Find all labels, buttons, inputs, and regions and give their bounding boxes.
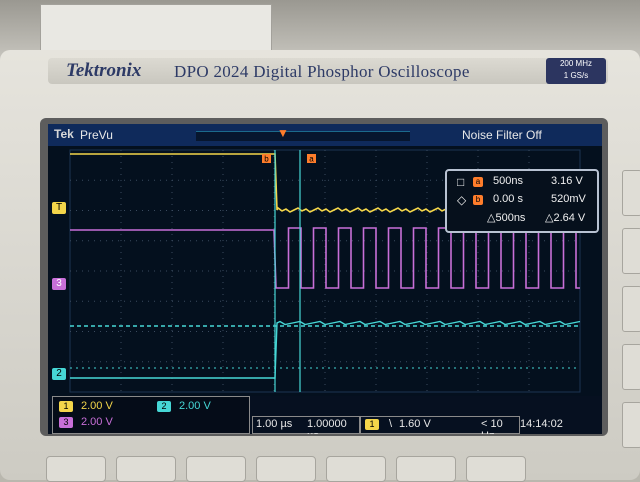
cursor-a-time: 500ns bbox=[493, 175, 523, 187]
timebase-scale: 1.00 µs bbox=[256, 418, 293, 430]
side-menu-button-2[interactable] bbox=[622, 228, 640, 274]
bottom-button-5[interactable] bbox=[326, 456, 386, 482]
readout-row-delta: △500ns △2.64 V bbox=[447, 209, 597, 227]
cursor-a-ref: a bbox=[473, 177, 483, 187]
ch3-ground-marker[interactable]: 3 bbox=[52, 278, 66, 290]
bottom-button-2[interactable] bbox=[116, 456, 176, 482]
cursor-b-icon: ◇ bbox=[457, 193, 467, 207]
sample-rate-label: 1 GS/s bbox=[563, 71, 589, 80]
readout-row-a: □ a 500ns 3.16 V bbox=[447, 173, 597, 191]
trigger-slope-icon: \ bbox=[389, 418, 393, 430]
clock-time: 14:14:02 bbox=[520, 418, 563, 430]
side-menu-button-5[interactable] bbox=[622, 402, 640, 448]
ch1-scale[interactable]: 1 2.00 V bbox=[59, 400, 113, 412]
trigger-level: 1.60 V bbox=[399, 418, 431, 430]
side-menu-button-1[interactable] bbox=[622, 170, 640, 216]
cursor-b-value: 520mV bbox=[551, 193, 586, 205]
brand-logo: Tektronix bbox=[66, 60, 142, 81]
cursor-b-label: b bbox=[264, 155, 269, 164]
ch2-ground-marker[interactable]: 2 bbox=[52, 368, 66, 380]
cursor-a-icon: □ bbox=[457, 175, 465, 189]
bottom-button-4[interactable] bbox=[256, 456, 316, 482]
background-object bbox=[40, 4, 272, 52]
cursor-a-value: 3.16 V bbox=[551, 175, 583, 187]
ch3-scale[interactable]: 3 2.00 V bbox=[59, 416, 113, 428]
timebase-readout[interactable]: 1.00 µs 1.00000 µs bbox=[252, 416, 360, 434]
readout-row-b: ◇ b 0.00 s 520mV bbox=[447, 191, 597, 209]
bottom-button-6[interactable] bbox=[396, 456, 456, 482]
bottom-button-1[interactable] bbox=[46, 456, 106, 482]
cursor-readout: □ a 500ns 3.16 V ◇ b 0.00 s 520mV △500ns… bbox=[445, 169, 599, 233]
model-name: DPO 2024 Digital Phosphor Oscilloscope bbox=[174, 62, 470, 81]
delta-value: △2.64 V bbox=[545, 212, 586, 224]
cursor-a-label: a bbox=[309, 155, 314, 164]
cursor-b-time: 0.00 s bbox=[493, 193, 523, 205]
oscilloscope-screen: Tek PreVu ▼ Noise Filter Off b a T 3 2 □… bbox=[48, 124, 602, 434]
side-menu-button-3[interactable] bbox=[622, 286, 640, 332]
ch3-scale-value: 2.00 V bbox=[81, 416, 113, 428]
bottom-button-3[interactable] bbox=[186, 456, 246, 482]
ch2-scale-value: 2.00 V bbox=[179, 400, 211, 412]
ch2-waveform-baseline bbox=[70, 320, 581, 379]
channel-scales[interactable]: 1 2.00 V 2 2.00 V 3 2.00 V bbox=[52, 396, 250, 434]
bandwidth-label: 200 MHz bbox=[559, 59, 592, 68]
delta-time: △500ns bbox=[487, 212, 526, 224]
timebase-position: 1.00000 µs bbox=[307, 418, 347, 434]
settings-bar: 1 2.00 V 2 2.00 V 3 2.00 V 1.00 µs 1.00000 … bbox=[48, 396, 602, 434]
trigger-level-marker[interactable]: T bbox=[52, 202, 66, 214]
bottom-buttons bbox=[0, 448, 640, 482]
cursor-b-ref: b bbox=[473, 195, 483, 205]
ch1-tag: 1 bbox=[59, 401, 73, 412]
spec-badge: 200 MHz 1 GS/s bbox=[546, 58, 606, 84]
ch2-scale[interactable]: 2 2.00 V bbox=[157, 400, 211, 412]
ch2-tag: 2 bbox=[157, 401, 171, 412]
trigger-frequency: < 10 Hz bbox=[481, 418, 503, 434]
trigger-readout[interactable]: 1 \ 1.60 V < 10 Hz bbox=[360, 416, 520, 434]
ch3-tag: 3 bbox=[59, 417, 73, 428]
side-menu-button-4[interactable] bbox=[622, 344, 640, 390]
ch1-scale-value: 2.00 V bbox=[81, 400, 113, 412]
bottom-button-7[interactable] bbox=[466, 456, 526, 482]
trigger-source-tag: 1 bbox=[365, 419, 379, 430]
